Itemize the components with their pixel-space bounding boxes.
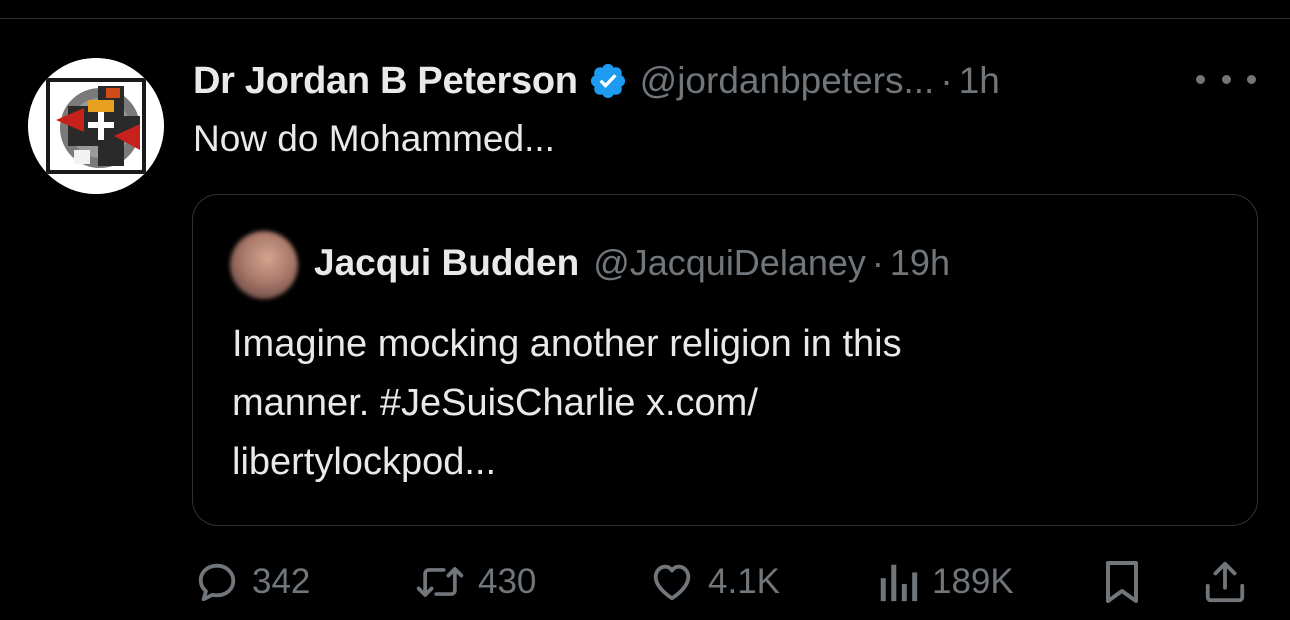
top-divider — [0, 18, 1290, 19]
repost-button[interactable]: 430 — [414, 552, 536, 612]
share-button[interactable] — [1202, 552, 1248, 612]
views-icon — [880, 564, 918, 602]
share-icon — [1205, 561, 1245, 603]
reply-count: 342 — [252, 562, 311, 601]
author-avatar-logo — [28, 58, 164, 194]
bookmark-icon — [1106, 561, 1138, 603]
verified-badge-icon — [588, 61, 628, 101]
quoted-tweet-card[interactable]: Jacqui Budden @JacquiDelaney · 19h Imagi… — [192, 194, 1258, 526]
reply-button[interactable]: 342 — [194, 552, 310, 612]
quoted-tweet-text-line: libertylockpod... — [232, 441, 497, 483]
like-icon — [653, 564, 691, 601]
more-dot — [1196, 74, 1205, 84]
quoted-author-display-name: Jacqui Budden — [314, 242, 580, 283]
more-icon[interactable] — [1196, 64, 1256, 94]
tweet-timestamp[interactable]: 1h — [959, 60, 1000, 102]
like-button[interactable]: 4.1K — [648, 552, 780, 612]
quoted-author-handle: @JacquiDelaney — [593, 242, 866, 283]
repost-count: 430 — [478, 562, 537, 601]
repost-icon — [416, 567, 464, 597]
quoted-author-avatar — [230, 231, 298, 299]
views-count: 189K — [932, 562, 1014, 601]
quoted-tweet-timestamp: 19h — [889, 242, 950, 283]
author-display-name[interactable]: Dr Jordan B Peterson — [193, 60, 578, 103]
more-dot — [1247, 74, 1256, 84]
tweet-action-bar: 342 430 4.1K 189K — [0, 552, 1290, 612]
more-dot — [1221, 74, 1231, 84]
quoted-tweet-text-line: Imagine mocking another religion in this — [232, 323, 902, 365]
bookmark-button[interactable] — [1100, 552, 1144, 612]
quoted-tweet-header: Jacqui Budden @JacquiDelaney · 19h — [314, 241, 950, 285]
quoted-tweet-text-line: manner. #JeSuisCharlie x.com/ — [232, 382, 758, 424]
quoted-separator-dot: · — [871, 242, 884, 283]
author-handle[interactable]: @jordanbpeters... — [640, 60, 935, 102]
reply-icon — [198, 563, 236, 602]
like-count: 4.1K — [708, 562, 780, 601]
quoted-tweet-text: Imagine mocking another religion in this… — [232, 315, 1212, 492]
separator-dot: · — [940, 60, 953, 101]
tweet-header: Dr Jordan B Peterson @jordanbpeters... ·… — [193, 56, 1000, 106]
views-button[interactable]: 189K — [876, 552, 1014, 612]
tweet-text: Now do Mohammed... — [193, 118, 555, 159]
author-avatar[interactable] — [28, 58, 164, 194]
